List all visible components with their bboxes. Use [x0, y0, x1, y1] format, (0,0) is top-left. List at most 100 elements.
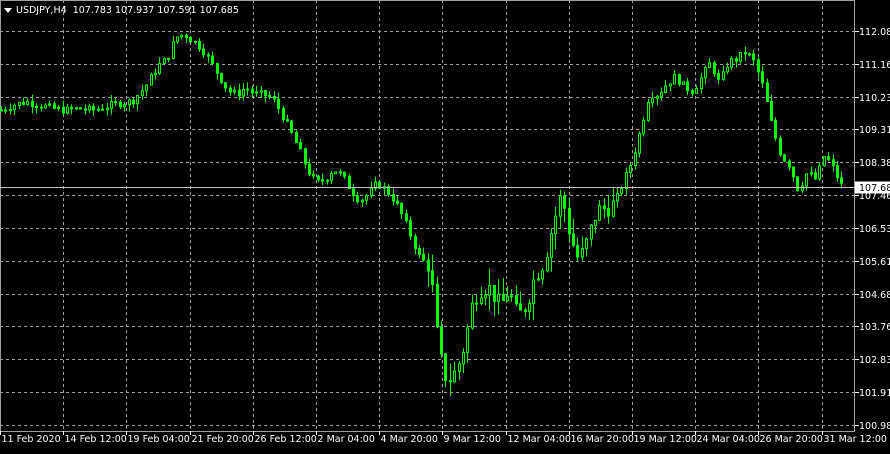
candle-body — [497, 293, 500, 302]
candle-body — [238, 89, 241, 97]
candle-body — [101, 108, 104, 111]
candle-body — [260, 90, 263, 93]
candle-body — [242, 88, 245, 97]
candle-body — [356, 195, 359, 203]
candle-body — [62, 106, 65, 114]
candle-body — [405, 213, 408, 222]
candle-body — [568, 207, 571, 235]
candle-body — [330, 173, 333, 181]
candle-body — [220, 72, 223, 84]
candle-body — [515, 295, 518, 305]
candle-body — [312, 173, 315, 177]
candle-body — [484, 294, 487, 299]
candle-body — [585, 238, 588, 250]
time-tick-label: 14 Feb 12:00 — [65, 434, 127, 445]
candle-body — [792, 166, 795, 178]
candle-body — [418, 248, 421, 255]
candle-body — [757, 59, 760, 73]
candle-body — [805, 173, 808, 187]
current-price-label: 107.685 — [859, 183, 890, 194]
candle-body — [79, 107, 82, 110]
candle-body — [638, 133, 641, 154]
candle-body — [642, 119, 645, 135]
candle-body — [669, 83, 672, 87]
candle-body — [836, 165, 839, 179]
candle-body — [620, 187, 623, 194]
candle-body — [708, 62, 711, 69]
candle-body — [783, 154, 786, 162]
price-tick-label: 103.760 — [859, 322, 890, 333]
candle-body — [97, 108, 100, 111]
candle-body — [53, 103, 56, 109]
time-axis[interactable]: 11 Feb 2020 14 Feb 12:00 19 Feb 04:00 21 Fe… — [0, 431, 887, 445]
candle-body — [189, 36, 192, 43]
candle-body — [352, 188, 355, 197]
candle-body — [88, 105, 91, 111]
candle-body — [211, 55, 214, 64]
candle-body — [502, 293, 505, 302]
candle-body — [427, 259, 430, 272]
price-tick-label: 112.085 — [859, 27, 890, 38]
time-tick-label: 11 Feb 2020 — [2, 434, 61, 445]
candle-body — [246, 88, 249, 91]
candle-body — [255, 91, 258, 94]
candle-body — [361, 199, 364, 203]
candle-body — [57, 106, 60, 109]
candle-body — [414, 235, 417, 250]
candle-body — [31, 100, 34, 107]
chart-window[interactable]: 112.085111.160110.235109.310108.385107.4… — [0, 0, 890, 454]
candle-body — [128, 99, 131, 106]
candle-body — [75, 107, 78, 110]
dropdown-triangle-icon[interactable] — [4, 8, 12, 13]
candle-body — [268, 95, 271, 98]
candle-body — [343, 171, 346, 177]
candle-body — [365, 195, 368, 201]
candle-body — [532, 279, 535, 305]
candle-body — [251, 88, 254, 94]
candle-body — [717, 72, 720, 80]
candle-body — [198, 40, 201, 50]
candle-body — [475, 302, 478, 305]
price-axis[interactable]: 112.085111.160110.235109.310108.385107.4… — [855, 27, 890, 432]
candle-body — [392, 194, 395, 202]
price-chart[interactable]: 112.085111.160110.235109.310108.385107.4… — [0, 0, 890, 454]
candle-body — [546, 256, 549, 272]
candle-body — [229, 87, 232, 93]
price-tick-label: 109.310 — [859, 125, 890, 136]
candle-body — [462, 352, 465, 365]
candle-body — [634, 152, 637, 167]
candle-body — [576, 244, 579, 258]
candle-body — [13, 104, 16, 111]
candle-body — [739, 52, 742, 62]
time-tick-label: 26 Mar 20:00 — [760, 434, 823, 445]
price-tick-label: 104.685 — [859, 290, 890, 301]
candle-body — [185, 34, 188, 38]
candle-body — [673, 74, 676, 85]
candle-body — [594, 219, 597, 226]
plot-border — [0, 0, 855, 432]
candle-body — [524, 309, 527, 312]
candle-body — [814, 172, 817, 180]
candle-body — [110, 101, 113, 109]
candle-body — [334, 171, 337, 175]
time-tick-label: 9 Mar 12:00 — [444, 434, 501, 445]
candle-body — [308, 163, 311, 175]
time-tick-label: 26 Feb 12:00 — [255, 434, 317, 445]
candle-body — [770, 101, 773, 121]
time-tick-label: 31 Mar 12:00 — [824, 434, 887, 445]
candle-body — [295, 131, 298, 144]
candle-body — [748, 53, 751, 56]
candle-body — [444, 353, 447, 382]
candle-body — [326, 179, 329, 182]
candle-body — [678, 74, 681, 85]
candle-body — [22, 101, 25, 105]
candle-body — [493, 285, 496, 302]
candle-body — [40, 106, 43, 109]
candle-body — [537, 278, 540, 281]
candle-body — [651, 97, 654, 104]
candle-body — [788, 160, 791, 168]
candle-body — [827, 156, 830, 161]
candle-body — [233, 89, 236, 93]
candle-body — [664, 85, 667, 94]
candle-body — [176, 36, 179, 43]
